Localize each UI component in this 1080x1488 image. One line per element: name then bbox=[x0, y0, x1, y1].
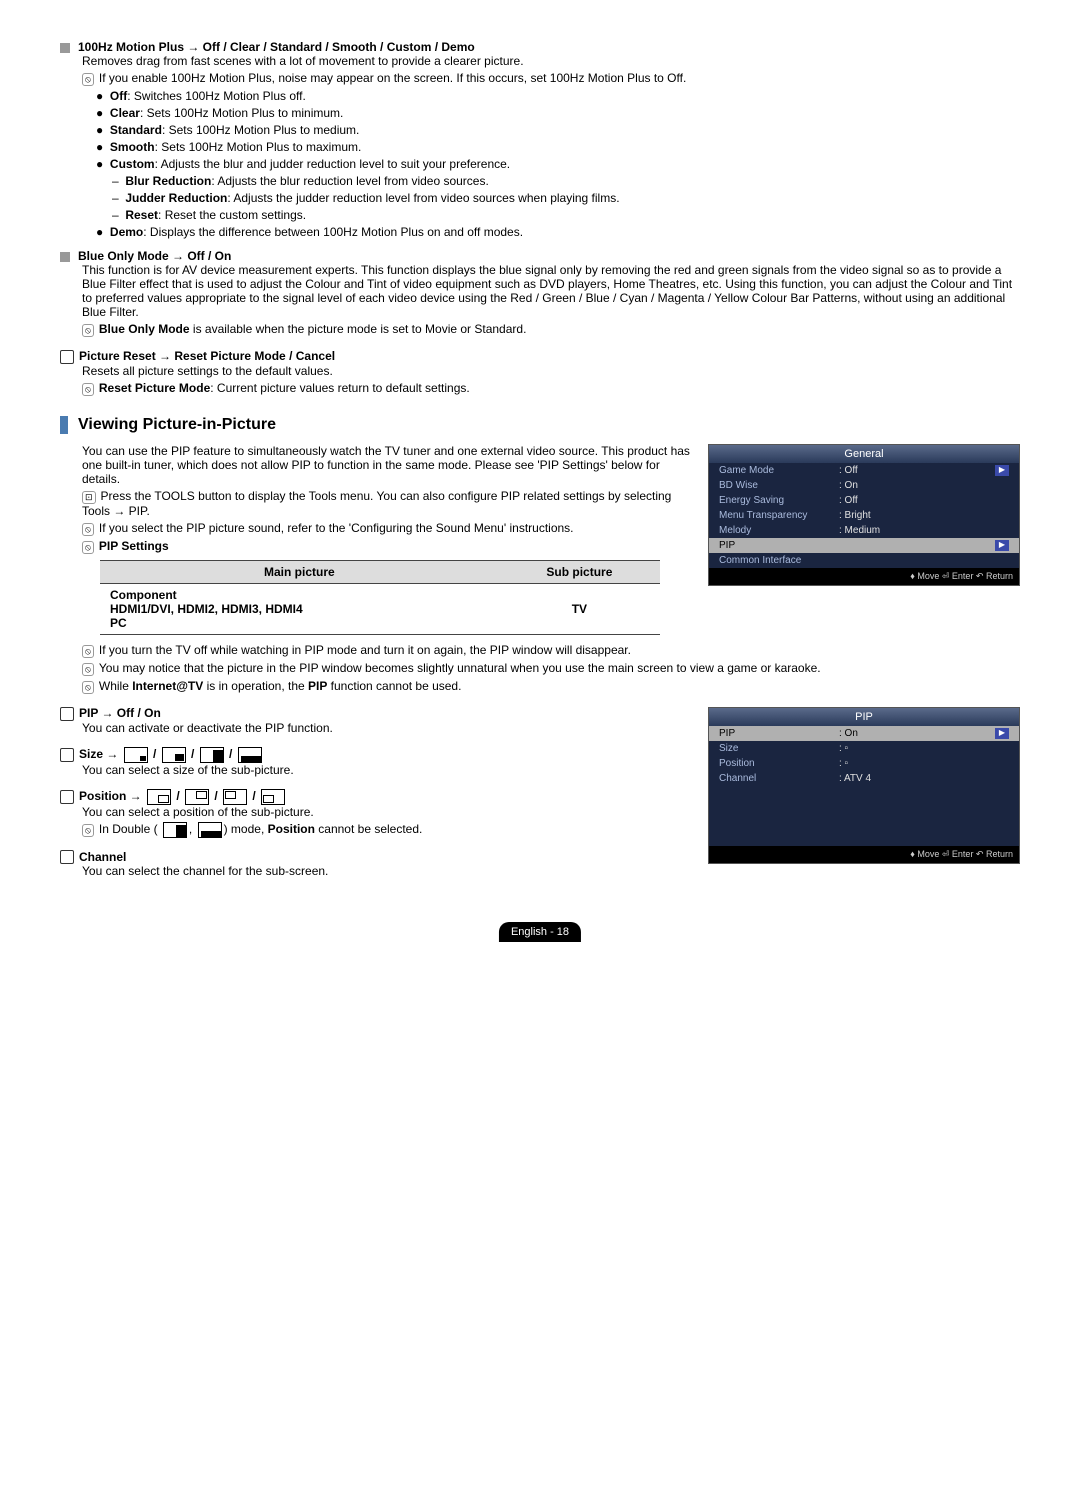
note: ⦸If you enable 100Hz Motion Plus, noise … bbox=[82, 71, 1020, 86]
pos-icon-tr bbox=[185, 789, 209, 805]
osd-value: : ATV 4 bbox=[839, 773, 1009, 784]
osd-value: : ▫ bbox=[839, 743, 1009, 754]
q-icon bbox=[60, 850, 74, 864]
arrow-icon: ▶ bbox=[995, 465, 1009, 476]
osd-label: Position bbox=[719, 758, 839, 769]
note-icon: ⦸ bbox=[82, 645, 94, 658]
note-icon: ⦸ bbox=[82, 681, 94, 694]
note-icon: ⦸ bbox=[82, 73, 94, 86]
desc: This function is for AV device measureme… bbox=[82, 263, 1020, 319]
osd-row: Melody: Medium bbox=[709, 523, 1019, 538]
osd-value: : Off bbox=[839, 465, 995, 476]
heading: Picture Reset → Reset Picture Mode / Can… bbox=[60, 349, 1020, 364]
osd-value: : ▫ bbox=[839, 758, 1009, 769]
note-icon: ⦸ bbox=[82, 824, 94, 837]
heading-bar-icon bbox=[60, 416, 68, 434]
heading: 100Hz Motion Plus → Off / Clear / Standa… bbox=[60, 40, 1020, 54]
osd-label: Melody bbox=[719, 525, 839, 536]
note: ⦸Blue Only Mode is available when the pi… bbox=[82, 322, 1020, 337]
desc: Removes drag from fast scenes with a lot… bbox=[82, 54, 1020, 68]
note: ⦸Reset Picture Mode: Current picture val… bbox=[82, 381, 1020, 396]
q-icon bbox=[60, 748, 74, 762]
size-icon-small bbox=[124, 747, 148, 763]
q-icon bbox=[60, 350, 74, 364]
size-icon-medium bbox=[162, 747, 186, 763]
osd-general-panel: General Game Mode: Off▶BD Wise: OnEnergy… bbox=[708, 444, 1020, 586]
note-icon: ⦸ bbox=[82, 324, 94, 337]
table-cell-sub: TV bbox=[499, 583, 660, 634]
note-icon: ⦸ bbox=[82, 541, 94, 554]
note-icon: ⦸ bbox=[82, 383, 94, 396]
size-icon-double-h bbox=[238, 747, 262, 763]
osd-value: : Bright bbox=[839, 510, 1009, 521]
osd-footer: ♦ Move ⏎ Enter ↶ Return bbox=[709, 846, 1019, 863]
note-icon: ⦸ bbox=[82, 663, 94, 676]
pos-icon-br bbox=[147, 789, 171, 805]
osd-row: Energy Saving: Off bbox=[709, 493, 1019, 508]
osd-footer: ♦ Move ⏎ Enter ↶ Return bbox=[709, 568, 1019, 585]
desc: You can select the channel for the sub-s… bbox=[82, 864, 1020, 878]
q-icon bbox=[60, 707, 74, 721]
osd-value: : Medium bbox=[839, 525, 1009, 536]
osd-label: Common Interface bbox=[719, 555, 839, 566]
osd-row: Channel: ATV 4 bbox=[709, 771, 1019, 786]
osd-label: Game Mode bbox=[719, 465, 839, 476]
osd-label: PIP bbox=[719, 728, 839, 739]
pos-icon-tl bbox=[223, 789, 247, 805]
osd-row: Menu Transparency: Bright bbox=[709, 508, 1019, 523]
q-icon bbox=[60, 790, 74, 804]
osd-label: Energy Saving bbox=[719, 495, 839, 506]
osd-row: PIP: On▶ bbox=[709, 726, 1019, 741]
osd-title: General bbox=[709, 445, 1019, 463]
arrow-icon: ▶ bbox=[995, 540, 1009, 551]
osd-row: Size: ▫ bbox=[709, 741, 1019, 756]
osd-row: Position: ▫ bbox=[709, 756, 1019, 771]
sec-picture-reset: Picture Reset → Reset Picture Mode / Can… bbox=[60, 349, 1020, 396]
osd-label: Size bbox=[719, 743, 839, 754]
page-footer: English - 18 bbox=[499, 922, 581, 942]
osd-row: PIP ▶ bbox=[709, 538, 1019, 553]
sec-100hz: 100Hz Motion Plus → Off / Clear / Standa… bbox=[60, 40, 1020, 239]
section-heading-pip: Viewing Picture-in-Picture bbox=[60, 416, 1020, 434]
osd-row: Game Mode: Off▶ bbox=[709, 463, 1019, 478]
heading: Blue Only Mode → Off / On bbox=[60, 249, 1020, 263]
osd-pip-panel: PIP PIP: On▶Size: ▫Position: ▫Channel: A… bbox=[708, 707, 1020, 864]
desc: Resets all picture settings to the defau… bbox=[82, 364, 1020, 378]
osd-label: Channel bbox=[719, 773, 839, 784]
size-icon-double-v bbox=[200, 747, 224, 763]
osd-title: PIP bbox=[709, 708, 1019, 726]
osd-value: : On bbox=[839, 728, 995, 739]
size-icon-double-h-inline bbox=[198, 822, 222, 838]
pip-settings-table: Main picture Sub picture Component HDMI1… bbox=[100, 560, 660, 635]
table-header-main: Main picture bbox=[100, 560, 499, 583]
osd-row: BD Wise: On bbox=[709, 478, 1019, 493]
table-header-sub: Sub picture bbox=[499, 560, 660, 583]
osd-row: Common Interface bbox=[709, 553, 1019, 568]
sec-blue-only: Blue Only Mode → Off / On This function … bbox=[60, 249, 1020, 337]
osd-value bbox=[839, 555, 1009, 566]
arrow-icon: ▶ bbox=[995, 728, 1009, 739]
osd-label: BD Wise bbox=[719, 480, 839, 491]
pos-icon-bl bbox=[261, 789, 285, 805]
osd-value: : Off bbox=[839, 495, 1009, 506]
osd-value bbox=[839, 540, 995, 551]
size-icon-double-v-inline bbox=[163, 822, 187, 838]
note-icon: ⦸ bbox=[82, 523, 94, 536]
osd-label: Menu Transparency bbox=[719, 510, 839, 521]
osd-label: PIP bbox=[719, 540, 839, 551]
tools-icon: ⊡ bbox=[82, 491, 96, 504]
osd-value: : On bbox=[839, 480, 1009, 491]
table-cell-main: Component HDMI1/DVI, HDMI2, HDMI3, HDMI4… bbox=[100, 583, 499, 634]
